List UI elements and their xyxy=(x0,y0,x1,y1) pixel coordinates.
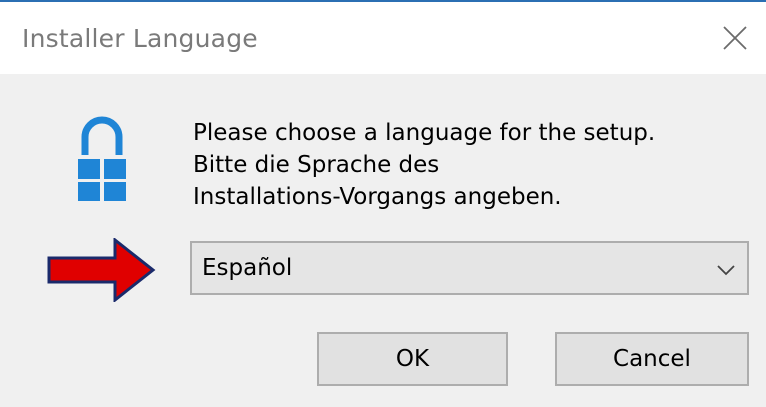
message-line: Please choose a language for the setup. xyxy=(193,120,656,146)
close-button[interactable] xyxy=(704,2,766,74)
ok-button[interactable]: OK xyxy=(317,332,508,386)
title-bar[interactable]: Installer Language xyxy=(0,2,766,74)
installer-language-dialog: Installer Language Please choose a langu… xyxy=(0,0,766,407)
instruction-message: Please choose a language for the setup. … xyxy=(193,117,655,213)
selected-language: Español xyxy=(202,255,293,281)
cancel-button[interactable]: Cancel xyxy=(555,332,749,386)
window-title: Installer Language xyxy=(22,24,258,53)
lock-icon xyxy=(78,115,126,205)
message-line: Installations-Vorgangs angeben. xyxy=(193,184,562,210)
red-arrow-icon xyxy=(47,236,157,306)
language-select[interactable]: Español xyxy=(190,241,749,295)
message-line: Bitte die Sprache des xyxy=(193,152,440,178)
chevron-down-icon xyxy=(717,261,735,280)
close-icon xyxy=(722,25,748,51)
